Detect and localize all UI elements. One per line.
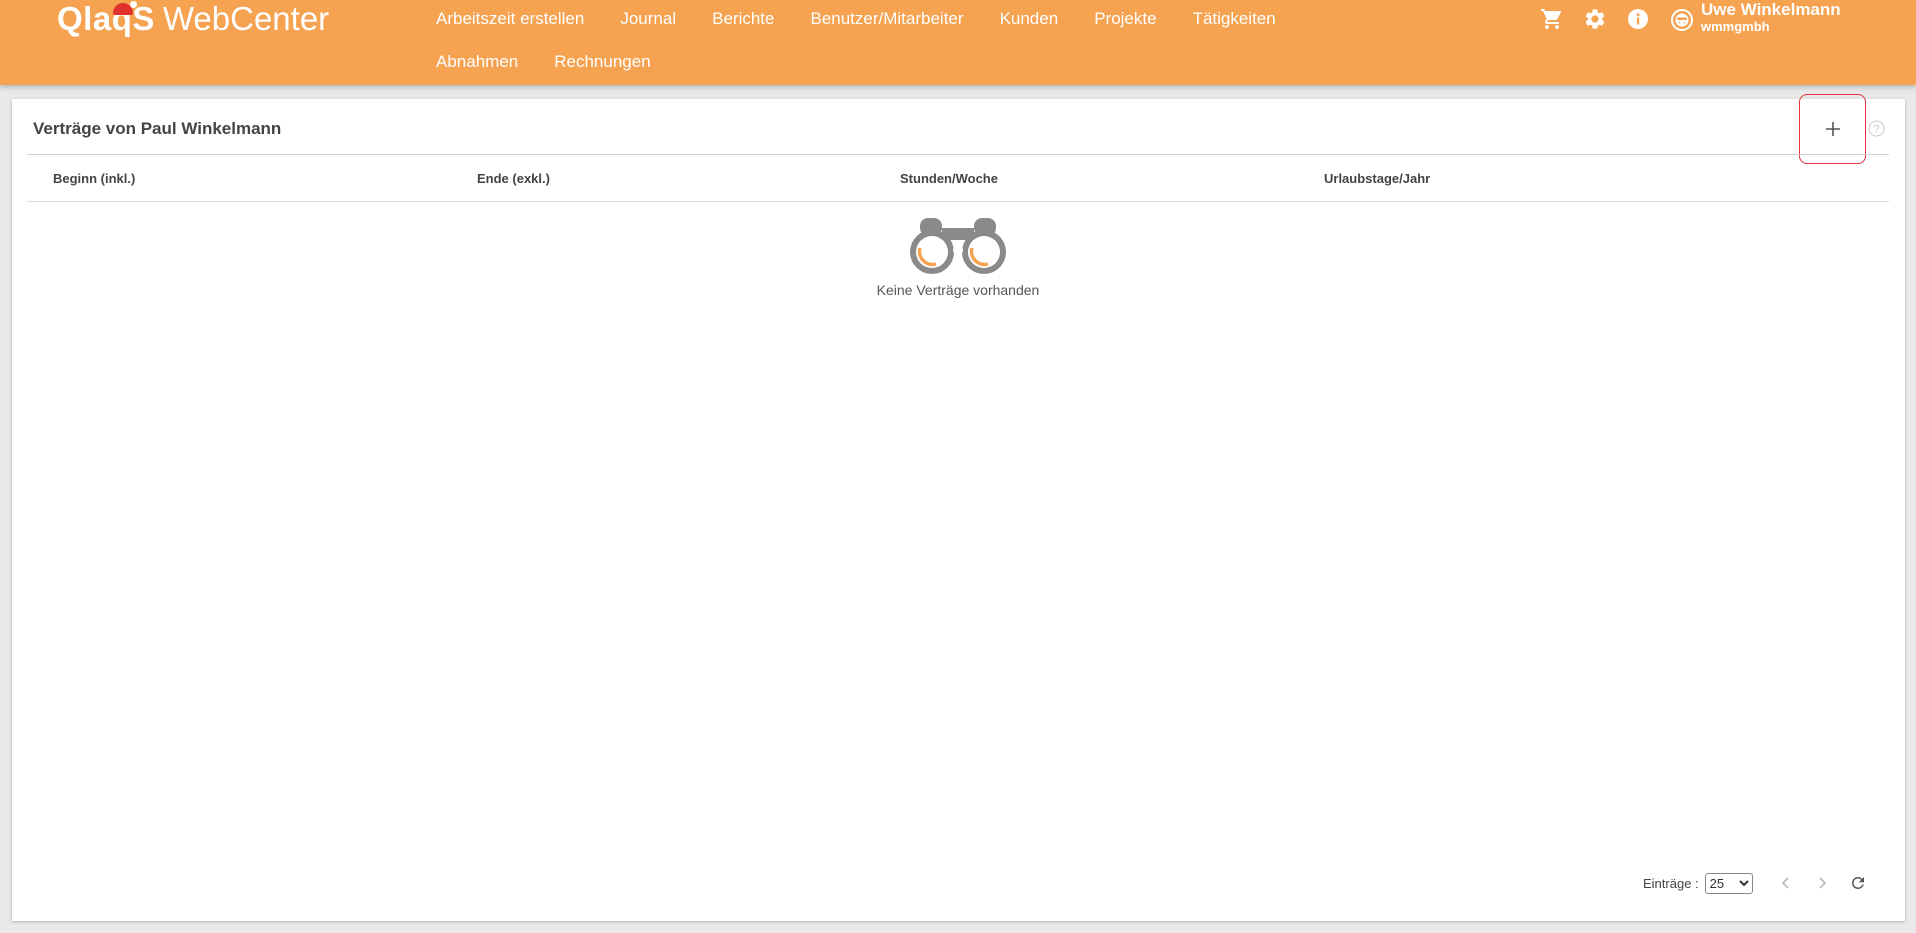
info-icon[interactable] bbox=[1626, 7, 1650, 31]
empty-state: Keine Verträge vorhanden bbox=[27, 214, 1889, 298]
nav-item-taetigkeiten[interactable]: Tätigkeiten bbox=[1175, 8, 1294, 30]
column-header-stunden-woche[interactable]: Stunden/Woche bbox=[900, 171, 998, 186]
gear-icon[interactable] bbox=[1583, 7, 1607, 31]
app-name: WebCenter bbox=[162, 0, 330, 37]
brand-logo[interactable]: QlaqS WebCenter bbox=[57, 0, 329, 40]
page-size-select[interactable]: 25 bbox=[1704, 872, 1753, 894]
chevron-left-icon bbox=[1781, 877, 1789, 889]
table-header: Beginn (inkl.) Ende (exkl.) Stunden/Woch… bbox=[27, 155, 1889, 202]
column-header-urlaubstage-jahr[interactable]: Urlaubstage/Jahr bbox=[1324, 171, 1430, 186]
pagination: Einträge : 25 bbox=[1643, 872, 1869, 894]
nav-item-arbeitszeit-erstellen[interactable]: Arbeitszeit erstellen bbox=[418, 8, 602, 30]
help-icon[interactable]: ? bbox=[1868, 120, 1885, 137]
column-header-beginn[interactable]: Beginn (inkl.) bbox=[53, 171, 135, 186]
user-name: Uwe Winkelmann bbox=[1701, 0, 1841, 19]
column-header-ende[interactable]: Ende (exkl.) bbox=[477, 171, 550, 186]
nav-row-1: Arbeitszeit erstellen Journal Berichte B… bbox=[418, 8, 1294, 30]
nav-item-projekte[interactable]: Projekte bbox=[1076, 8, 1174, 30]
nav-item-abnahmen[interactable]: Abnahmen bbox=[418, 51, 536, 73]
nav-item-berichte[interactable]: Berichte bbox=[694, 8, 792, 30]
user-menu[interactable]: Uwe Winkelmann wmmgmbh bbox=[1670, 1, 1841, 35]
avatar-icon bbox=[1670, 8, 1694, 32]
nav-item-journal[interactable]: Journal bbox=[602, 8, 694, 30]
empty-state-text: Keine Verträge vorhanden bbox=[876, 282, 1040, 298]
top-header: QlaqS WebCenter Arbeitszeit erstellen Jo… bbox=[0, 0, 1916, 85]
nav-item-benutzer-mitarbeiter[interactable]: Benutzer/Mitarbeiter bbox=[792, 8, 981, 30]
chevron-right-icon bbox=[1819, 877, 1826, 889]
page-title: Verträge von Paul Winkelmann bbox=[33, 119, 282, 138]
prev-page-button[interactable] bbox=[1775, 872, 1797, 894]
user-company: wmmgmbh bbox=[1701, 19, 1770, 34]
refresh-button[interactable] bbox=[1847, 872, 1869, 894]
nav-item-kunden[interactable]: Kunden bbox=[982, 8, 1077, 30]
next-page-button[interactable] bbox=[1811, 872, 1833, 894]
refresh-icon bbox=[1851, 877, 1864, 889]
nav-item-rechnungen[interactable]: Rechnungen bbox=[536, 51, 668, 73]
logo-text: QlaqS bbox=[57, 0, 155, 37]
plus-icon bbox=[1825, 122, 1840, 136]
cart-icon[interactable] bbox=[1540, 7, 1564, 31]
santa-hat-icon bbox=[113, 1, 137, 15]
header-icons bbox=[1540, 7, 1650, 31]
binoculars-icon bbox=[910, 218, 1006, 274]
user-info: Uwe Winkelmann wmmgmbh bbox=[1701, 1, 1841, 35]
svg-text:?: ? bbox=[1873, 124, 1879, 136]
contracts-card: Verträge von Paul Winkelmann ? Beginn (i… bbox=[12, 94, 1905, 921]
nav-row-2: Abnahmen Rechnungen bbox=[418, 51, 669, 73]
page-size-label: Einträge : bbox=[1643, 875, 1699, 891]
